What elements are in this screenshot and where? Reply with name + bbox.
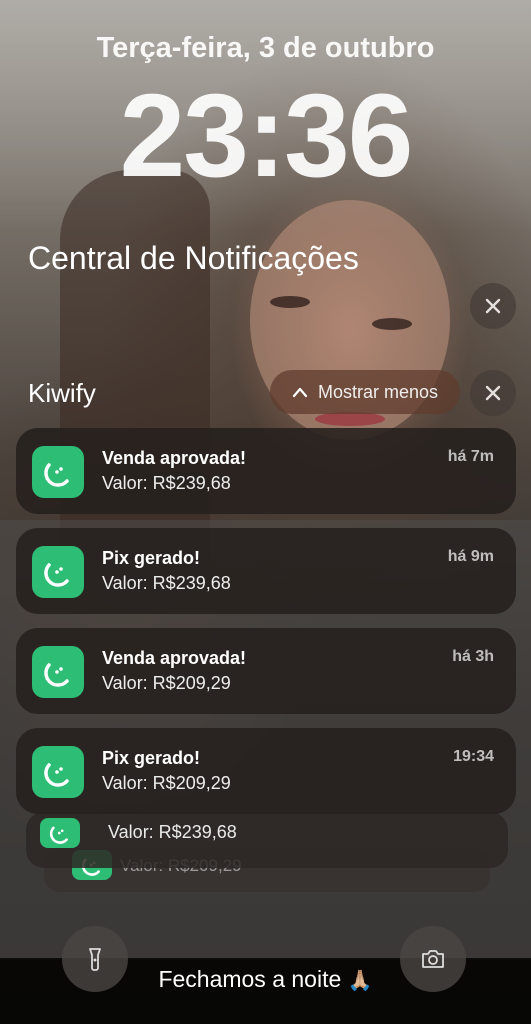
- clear-group-button[interactable]: [470, 370, 516, 416]
- notification-card[interactable]: Venda aprovada! Valor: R$209,29 há 3h: [16, 628, 516, 714]
- notification-title: Venda aprovada!: [102, 448, 247, 468]
- notification-card[interactable]: Venda aprovada! Valor: R$239,68 há 7m: [16, 428, 516, 514]
- story-caption: Fechamos a noite 🙏🏼: [0, 966, 531, 993]
- notification-time: há 3h: [452, 648, 494, 665]
- close-icon: [485, 298, 501, 314]
- notification-card[interactable]: Pix gerado! Valor: R$239,68 há 9m: [16, 528, 516, 614]
- notification-time: 19:34: [453, 748, 494, 765]
- kiwify-app-icon: [32, 446, 84, 498]
- lockscreen-clock: 23:36: [119, 70, 414, 202]
- stacked-notification[interactable]: Valor: R$239,68: [26, 812, 508, 868]
- lockscreen-date: Terça-feira, 3 de outubro: [96, 32, 435, 64]
- notification-title: Venda aprovada!: [102, 648, 247, 668]
- kiwify-app-icon: [32, 646, 84, 698]
- notification-center-title: Central de Notificações: [28, 240, 359, 276]
- chevron-up-icon: [292, 387, 308, 398]
- notification-body: Valor: R$209,29: [102, 773, 231, 793]
- kiwify-app-icon: [32, 546, 84, 598]
- notification-group-label: Kiwify: [28, 378, 96, 408]
- notification-body: Valor: R$209,29: [102, 673, 231, 693]
- praying-hands-emoji: 🙏🏼: [347, 970, 373, 992]
- notification-card[interactable]: Pix gerado! Valor: R$209,29 19:34: [16, 728, 516, 814]
- show-less-label: Mostrar menos: [317, 381, 439, 402]
- close-icon: [485, 385, 501, 401]
- stacked-notification-body: Valor: R$239,68: [108, 822, 237, 842]
- caption-text: Fechamos a noite: [158, 966, 342, 992]
- notification-title: Pix gerado!: [102, 748, 201, 768]
- clear-all-button[interactable]: [470, 283, 516, 329]
- notification-body: Valor: R$239,68: [102, 473, 231, 493]
- notification-time: há 9m: [447, 548, 494, 565]
- show-less-button[interactable]: Mostrar menos: [270, 370, 460, 414]
- notification-body: Valor: R$239,68: [102, 573, 231, 593]
- notification-title: Pix gerado!: [102, 548, 201, 568]
- notification-time: há 7m: [447, 448, 494, 465]
- kiwify-app-icon: [40, 818, 80, 848]
- kiwify-app-icon: [32, 746, 84, 798]
